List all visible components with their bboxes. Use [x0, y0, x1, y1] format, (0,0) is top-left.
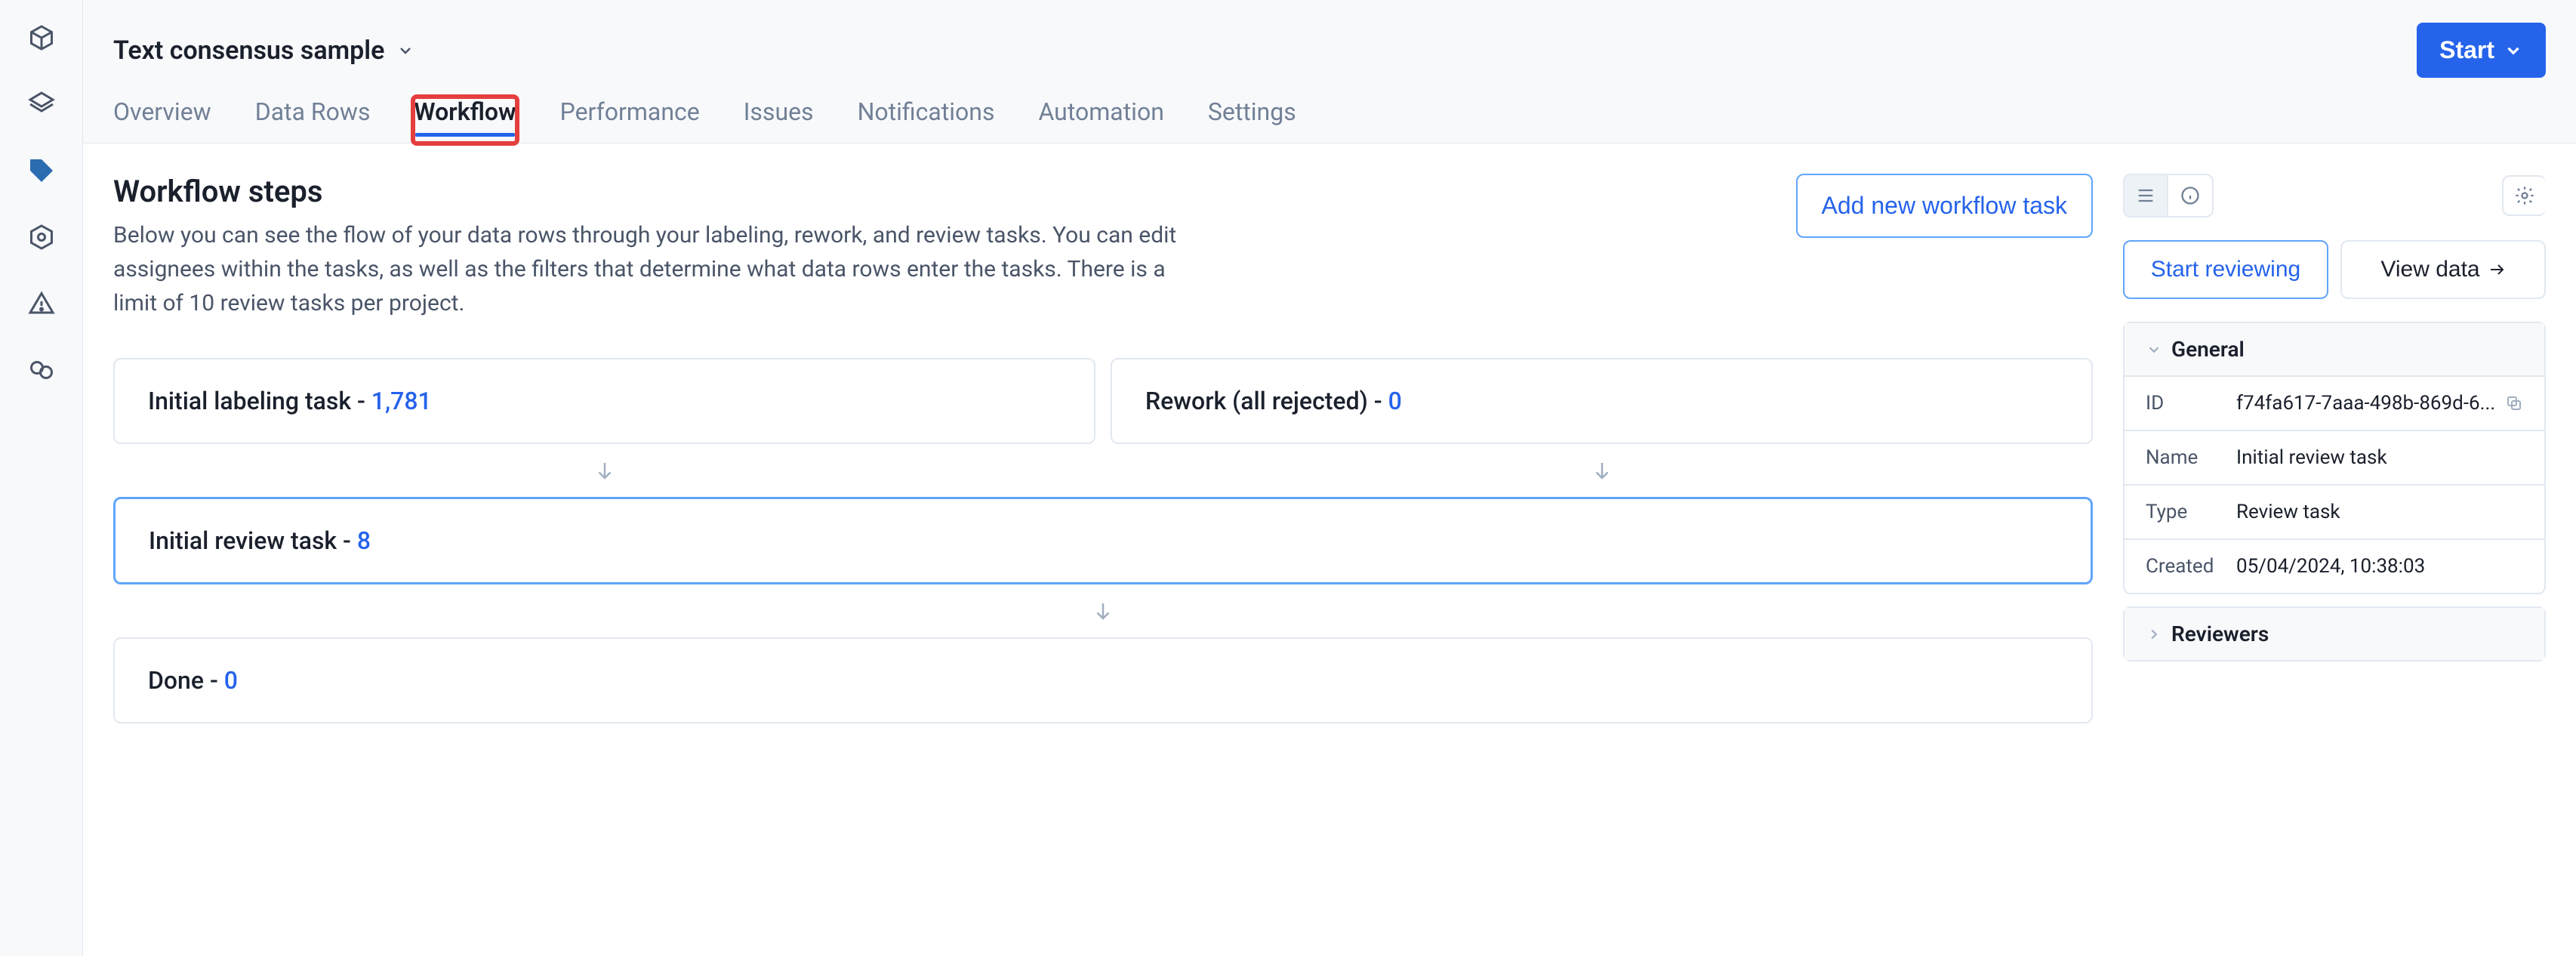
card-count: 0 — [224, 666, 238, 695]
type-label: Type — [2146, 501, 2236, 523]
tab-performance[interactable]: Performance — [560, 97, 700, 143]
tab-issues[interactable]: Issues — [744, 97, 814, 143]
view-data-label: View data — [2380, 257, 2479, 282]
card-count: 0 — [1388, 387, 1402, 415]
tab-notifications[interactable]: Notifications — [858, 97, 995, 143]
topbar: Text consensus sample Start Overview Dat… — [83, 0, 2576, 143]
name-value: Initial review task — [2236, 446, 2523, 469]
general-title: General — [2171, 337, 2245, 362]
tab-workflow[interactable]: Workflow — [414, 97, 516, 143]
info-icon[interactable] — [2168, 175, 2212, 216]
name-label: Name — [2146, 446, 2236, 469]
tab-automation[interactable]: Automation — [1038, 97, 1163, 143]
card-label: Initial review task — [149, 526, 337, 555]
tabs: Overview Data Rows Workflow Performance … — [113, 97, 2546, 143]
row-type: Type Review task — [2125, 484, 2544, 538]
card-label: Initial labeling task — [148, 387, 351, 415]
add-workflow-task-button[interactable]: Add new workflow task — [1796, 174, 2093, 238]
tab-data-rows[interactable]: Data Rows — [255, 97, 371, 143]
created-value: 05/04/2024, 10:38:03 — [2236, 555, 2523, 578]
reviewers-title: Reviewers — [2171, 621, 2269, 646]
workflow-flow: Initial labeling task - 1,781 Rework (al… — [113, 358, 2093, 723]
blob-icon[interactable] — [26, 355, 57, 385]
general-header[interactable]: General — [2125, 323, 2544, 375]
card-label: Done — [148, 666, 204, 695]
card-count: 1,781 — [371, 387, 432, 415]
project-title[interactable]: Text consensus sample — [113, 35, 414, 66]
card-count: 8 — [357, 526, 371, 555]
layers-icon[interactable] — [26, 89, 57, 119]
id-value: f74fa617-7aaa-498b-869d-6... — [2236, 392, 2505, 415]
gear-icon[interactable] — [2502, 175, 2546, 216]
reviewers-section: Reviewers — [2123, 606, 2546, 661]
id-label: ID — [2146, 392, 2236, 415]
arrow-down-icon — [1111, 444, 2093, 497]
card-initial-review[interactable]: Initial review task - 8 — [113, 497, 2093, 584]
cube-icon[interactable] — [26, 23, 57, 53]
tag-icon[interactable] — [26, 156, 57, 186]
row-id: ID f74fa617-7aaa-498b-869d-6... — [2125, 375, 2544, 430]
chevron-down-icon — [2146, 341, 2162, 358]
start-button[interactable]: Start — [2417, 23, 2546, 78]
view-data-button[interactable]: View data — [2340, 240, 2546, 299]
steps-description: Below you can see the flow of your data … — [113, 218, 1208, 320]
side-panel: Start reviewing View data General ID — [2123, 174, 2546, 723]
left-rail — [0, 0, 83, 956]
tab-settings[interactable]: Settings — [1208, 97, 1296, 143]
panel-view-toggle — [2123, 174, 2214, 217]
list-view-icon[interactable] — [2125, 175, 2168, 216]
tab-overview[interactable]: Overview — [113, 97, 211, 143]
card-label: Rework (all rejected) — [1145, 387, 1368, 415]
arrow-down-icon — [113, 584, 2093, 637]
chevron-down-icon — [396, 42, 414, 60]
copy-icon[interactable] — [2505, 394, 2523, 412]
card-done[interactable]: Done - 0 — [113, 637, 2093, 723]
row-name: Name Initial review task — [2125, 430, 2544, 484]
warning-icon[interactable] — [26, 288, 57, 319]
general-section: General ID f74fa617-7aaa-498b-869d-6... … — [2123, 322, 2546, 594]
card-rework[interactable]: Rework (all rejected) - 0 — [1111, 358, 2093, 444]
project-title-text: Text consensus sample — [113, 35, 384, 66]
reviewers-header[interactable]: Reviewers — [2125, 608, 2544, 660]
created-label: Created — [2146, 555, 2236, 578]
chevron-right-icon — [2146, 626, 2162, 643]
hexagon-icon[interactable] — [26, 222, 57, 252]
steps-title: Workflow steps — [113, 174, 1208, 209]
start-button-label: Start — [2439, 36, 2494, 64]
start-reviewing-button[interactable]: Start reviewing — [2123, 240, 2328, 299]
type-value: Review task — [2236, 501, 2523, 523]
card-initial-labeling[interactable]: Initial labeling task - 1,781 — [113, 358, 1095, 444]
arrow-down-icon — [113, 444, 1095, 497]
row-created: Created 05/04/2024, 10:38:03 — [2125, 538, 2544, 593]
